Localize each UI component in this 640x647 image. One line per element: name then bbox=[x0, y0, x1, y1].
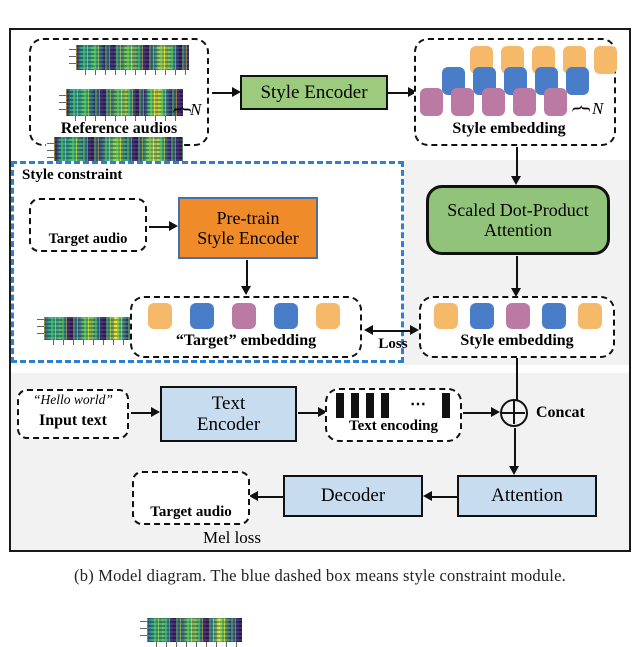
text-encoding-ellipsis: ⋯ bbox=[410, 396, 427, 413]
arrow-line-input-to-text-encoder bbox=[131, 412, 153, 414]
embed-square-orange bbox=[594, 46, 617, 74]
decoder-label: Decoder bbox=[320, 485, 386, 507]
embed-square-blue bbox=[566, 67, 589, 95]
arrow-head-decoder-to-target-audio bbox=[249, 491, 258, 501]
arrow-head-embedding-to-attention bbox=[511, 176, 521, 185]
target-audio-spectrogram-bottom bbox=[140, 618, 242, 647]
target-embedding-label: “Target” embedding bbox=[175, 332, 317, 349]
scaled-attention-line2: Attention bbox=[484, 220, 552, 240]
top-cut-caption bbox=[0, 0, 640, 13]
reference-count-n: N bbox=[190, 100, 202, 119]
target-audio-label-top: Target audio bbox=[48, 231, 128, 247]
style-constraint-title: Style constraint bbox=[22, 167, 123, 183]
target-embed-square-orange bbox=[148, 303, 172, 329]
scaled-attention-line1: Scaled Dot-Product bbox=[447, 199, 589, 220]
embed-square-purple bbox=[451, 88, 474, 116]
arrow-head-target-to-pretrain bbox=[169, 221, 178, 231]
embed-square-purple bbox=[420, 88, 443, 116]
arrow-line-text-encoder-to-encoding bbox=[298, 412, 320, 414]
style-embedding-count-n: N bbox=[592, 99, 604, 118]
target-audio-spectrogram-top bbox=[37, 317, 138, 345]
arrow-line-concat-to-attention bbox=[514, 428, 516, 470]
embed-square-purple bbox=[544, 88, 567, 116]
arrow-line-attention-to-style-embedding bbox=[516, 256, 518, 292]
pretrain-style-encoder-box[interactable]: Pre-train Style Encoder bbox=[178, 197, 318, 259]
arrow-head-encoding-to-concat bbox=[491, 407, 500, 417]
arrow-head-attention-to-decoder bbox=[423, 491, 432, 501]
style-embed-square-purple bbox=[506, 303, 530, 329]
arrow-line-target-to-pretrain bbox=[149, 226, 171, 228]
concat-operator-icon bbox=[500, 399, 528, 427]
style-encoder-label: Style Encoder bbox=[260, 81, 368, 103]
reference-spectrogram-2 bbox=[58, 88, 184, 122]
reference-spectrogram-3 bbox=[68, 44, 190, 76]
line-style-embedding-to-concat bbox=[516, 358, 518, 400]
target-embed-square-orange bbox=[316, 303, 340, 329]
style-embed-square-blue bbox=[470, 303, 494, 329]
style-embedding-count-brace: { bbox=[570, 103, 595, 114]
mel-loss-label: Mel loss bbox=[202, 528, 262, 547]
style-encoder-box[interactable]: Style Encoder bbox=[240, 75, 388, 110]
embed-square-purple bbox=[482, 88, 505, 116]
text-encoder-line2: Encoder bbox=[196, 414, 261, 435]
style-embed-square-orange bbox=[434, 303, 458, 329]
pretrain-encoder-line2: Style Encoder bbox=[197, 228, 299, 248]
figure-caption: (b) Model diagram. The blue dashed box m… bbox=[74, 566, 566, 585]
style-embedding-row-label: Style embedding bbox=[460, 332, 574, 349]
style-embed-square-blue bbox=[542, 303, 566, 329]
target-embed-square-blue bbox=[274, 303, 298, 329]
style-embedding-stack-label: Style embedding bbox=[452, 120, 566, 137]
arrow-line-ref-to-encoder bbox=[212, 92, 234, 94]
text-encoding-bars bbox=[336, 393, 396, 418]
arrow-head-pretrain-to-target-embedding bbox=[241, 286, 251, 295]
attention-box[interactable]: Attention bbox=[457, 475, 597, 517]
attention-label: Attention bbox=[491, 485, 563, 507]
target-audio-label-bottom: Target audio bbox=[150, 504, 232, 520]
arrow-head-loss-right bbox=[410, 325, 419, 335]
text-encoding-bar-last bbox=[442, 393, 450, 418]
loss-label: Loss bbox=[378, 336, 408, 352]
style-embed-square-orange bbox=[578, 303, 602, 329]
decoder-box[interactable]: Decoder bbox=[283, 475, 423, 517]
text-encoding-label: Text encoding bbox=[348, 418, 439, 434]
arrow-head-concat-to-attention bbox=[509, 466, 519, 475]
arrow-head-input-to-text-encoder bbox=[151, 407, 160, 417]
scaled-dot-product-attention-box[interactable]: Scaled Dot-Product Attention bbox=[426, 185, 610, 255]
arrow-line-loss bbox=[372, 330, 414, 332]
arrow-line-encoding-to-concat bbox=[463, 412, 494, 414]
pretrain-encoder-line1: Pre-train bbox=[216, 207, 280, 228]
embed-square-purple bbox=[513, 88, 536, 116]
input-text-quote: “Hello world” bbox=[33, 392, 113, 407]
input-text-label: Input text bbox=[38, 412, 107, 429]
target-embed-square-blue bbox=[190, 303, 214, 329]
arrow-line-encoder-to-embedding bbox=[388, 92, 410, 94]
reference-audios-label: Reference audios bbox=[60, 120, 178, 137]
target-embed-square-purple bbox=[232, 303, 256, 329]
concat-label: Concat bbox=[536, 404, 585, 421]
text-encoder-line1: Text bbox=[211, 392, 246, 414]
text-encoder-box[interactable]: Text Encoder bbox=[160, 386, 297, 442]
